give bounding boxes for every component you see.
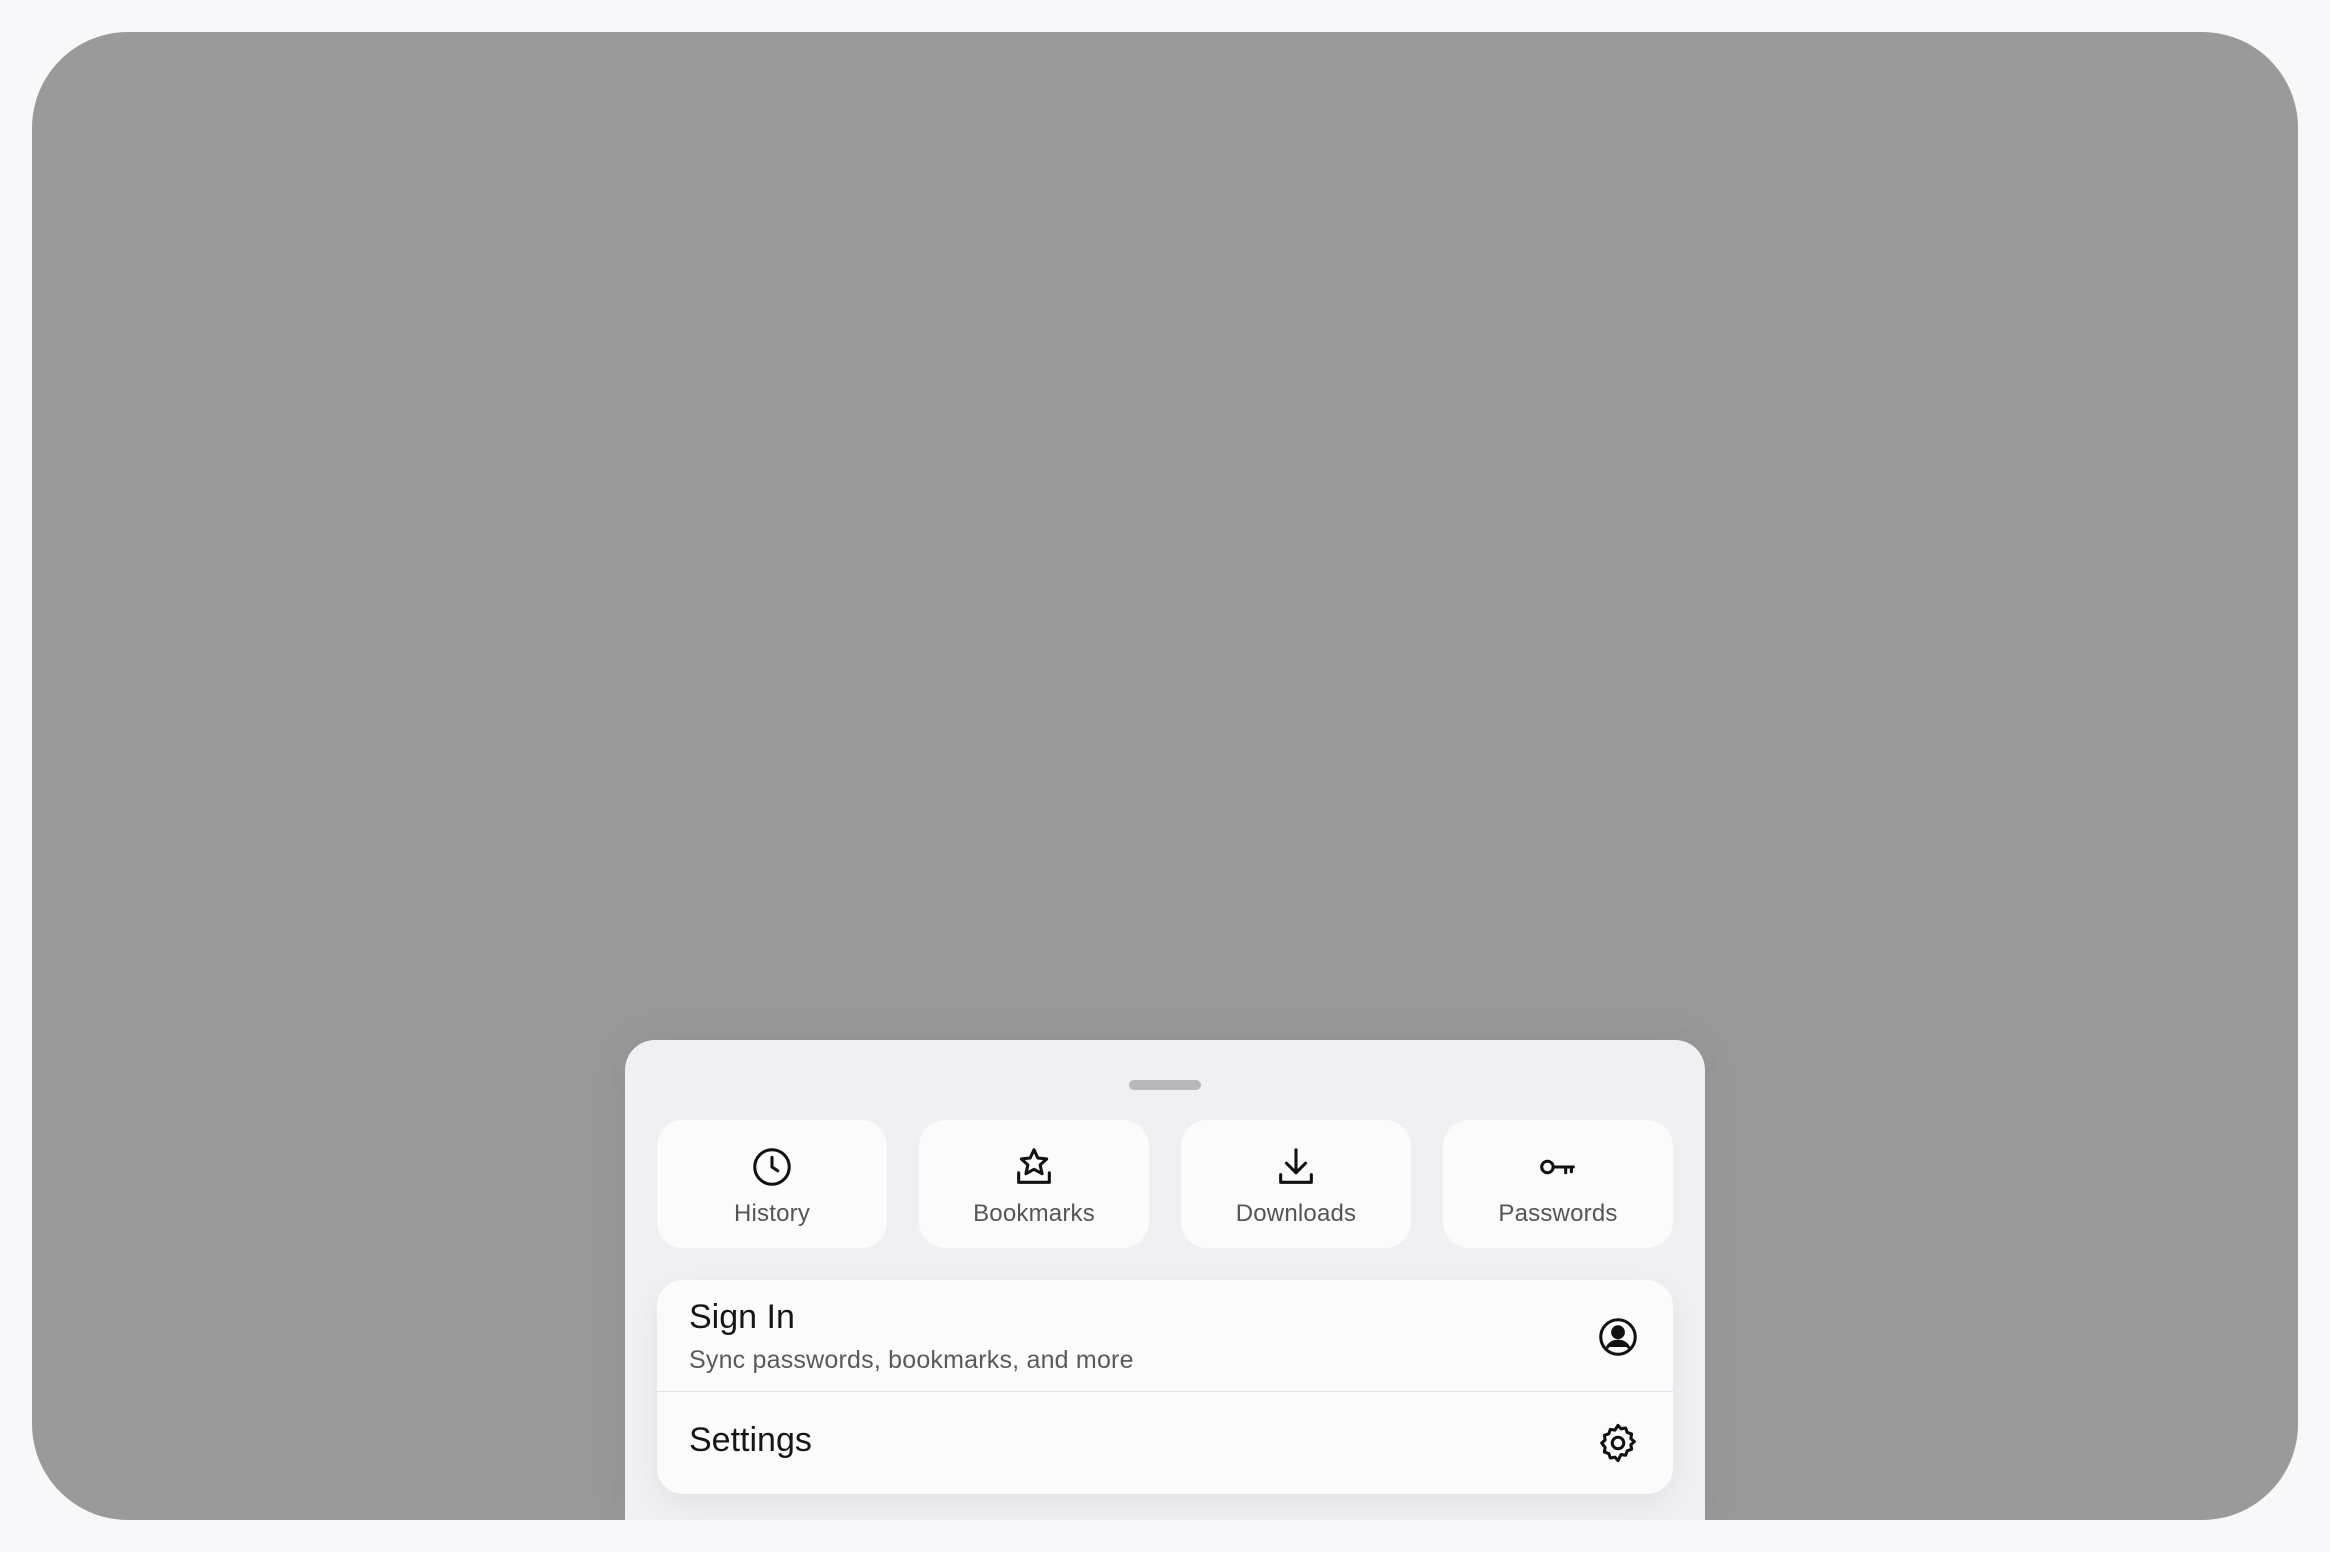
history-button[interactable]: History — [657, 1120, 887, 1248]
sign-in-subtitle: Sync passwords, bookmarks, and more — [689, 1346, 1134, 1374]
account-circle-icon — [1595, 1314, 1641, 1360]
dimmed-backdrop[interactable]: History Bookmarks Downloads Passwords Si… — [32, 32, 2298, 1520]
downloads-label: Downloads — [1235, 1200, 1357, 1227]
menu-sheet: History Bookmarks Downloads Passwords Si… — [625, 1040, 1705, 1520]
passwords-label: Passwords — [1498, 1200, 1618, 1227]
bookmarks-button[interactable]: Bookmarks — [919, 1120, 1149, 1248]
settings-row[interactable]: Settings — [657, 1392, 1673, 1494]
passwords-button[interactable]: Passwords — [1443, 1120, 1673, 1248]
gear-icon — [1595, 1420, 1641, 1466]
clock-icon — [749, 1144, 795, 1190]
sheet-grabber-handle[interactable] — [1129, 1080, 1201, 1090]
sign-in-title: Sign In — [689, 1298, 795, 1336]
quick-actions-row: History Bookmarks Downloads Passwords — [657, 1120, 1673, 1248]
download-icon — [1273, 1144, 1319, 1190]
history-label: History — [733, 1200, 811, 1227]
key-icon — [1535, 1144, 1581, 1190]
account-settings-list: Sign In Sync passwords, bookmarks, and m… — [657, 1280, 1673, 1494]
bookmarks-label: Bookmarks — [973, 1200, 1095, 1227]
star-tray-icon — [1011, 1144, 1057, 1190]
settings-title: Settings — [689, 1421, 812, 1459]
downloads-button[interactable]: Downloads — [1181, 1120, 1411, 1248]
sign-in-row[interactable]: Sign In Sync passwords, bookmarks, and m… — [657, 1280, 1673, 1391]
